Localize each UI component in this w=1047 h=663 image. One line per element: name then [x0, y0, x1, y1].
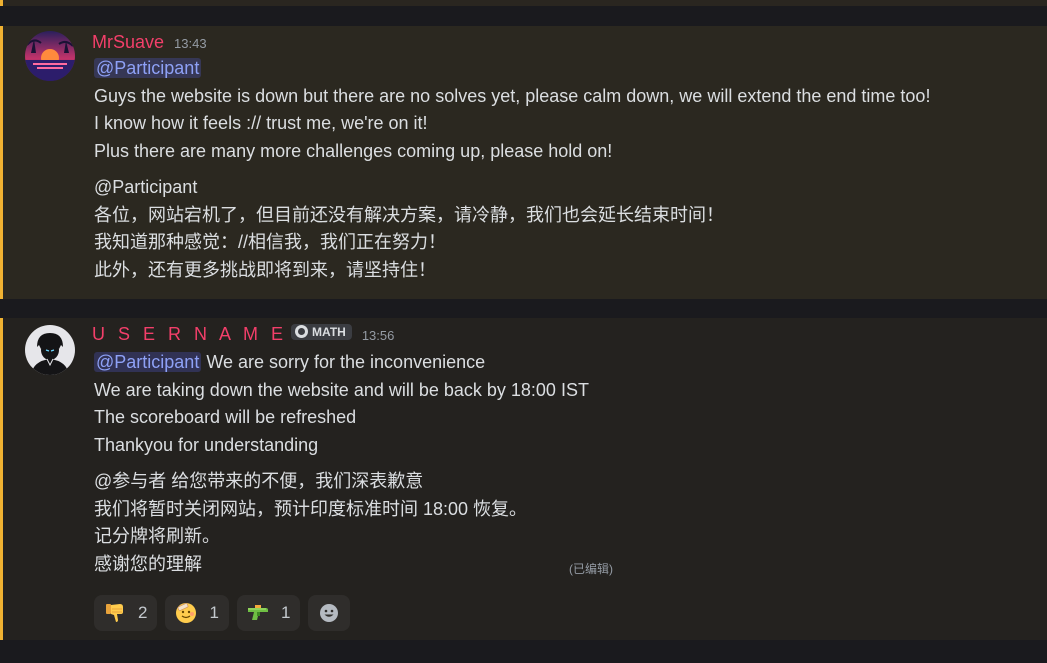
smiling-face-with-bandage-icon: [173, 600, 199, 626]
add-reaction-button[interactable]: [308, 595, 351, 631]
text-line: 记分牌将刷新。: [94, 526, 220, 546]
reaction-thumbs-down[interactable]: 2: [94, 595, 158, 631]
text-line: 各位，网站宕机了，但目前还没有解决方案，请冷静，我们也会延长结束时间！: [94, 204, 724, 225]
avatar[interactable]: [25, 325, 75, 375]
message-mrsuave[interactable]: MrSuave 13:43 @Participant Guys the webs…: [0, 26, 1047, 299]
timestamp: 13:43: [174, 36, 207, 51]
reaction-bandage-face[interactable]: 1: [165, 595, 229, 631]
water-pistol-icon: [245, 600, 271, 626]
text-line: 我知道那种感觉：//相信我，我们正在努力！: [94, 232, 446, 252]
text-line: @Participant: [94, 177, 198, 197]
avatar[interactable]: [25, 31, 75, 81]
message-username[interactable]: U S E R N A M E MATH 13:56 @Participant …: [0, 318, 1047, 640]
text-line: 我们将暂时关闭网站，预计印度标准时间 18:00 恢复。: [94, 498, 528, 519]
text-line: Thankyou for understanding: [94, 434, 319, 455]
badge-icon: [295, 325, 309, 338]
reaction-count: 1: [209, 603, 219, 622]
separator: [0, 6, 1047, 26]
separator: [0, 640, 1047, 663]
thumbs-down-icon: [102, 600, 128, 626]
text-line: @参与者 给您带来的不便，我们深表歉意: [94, 471, 424, 491]
reaction-water-pistol[interactable]: 1: [236, 595, 301, 631]
message-header: U S E R N A M E MATH 13:56: [92, 323, 395, 345]
message-content: @Participant Guys the website is down bu…: [94, 55, 930, 284]
text-line: I know how it feels :// trust me, we're …: [94, 113, 428, 133]
timestamp: 13:56: [361, 328, 395, 343]
reactions-bar: 2 1 1: [94, 595, 351, 631]
reaction-count: 1: [280, 603, 291, 622]
text-line: Plus there are many more challenges comi…: [94, 140, 613, 161]
mention-participant[interactable]: @Participant: [94, 58, 202, 78]
role-badge[interactable]: MATH: [291, 323, 352, 340]
message-content: @Participant We are sorry for the inconv…: [94, 349, 589, 578]
author-name[interactable]: U S E R N A M E: [92, 324, 287, 345]
text-line: Guys the website is down but there are n…: [94, 85, 931, 106]
edited-label: (已编辑): [569, 562, 613, 576]
message-header: MrSuave 13:43: [92, 32, 207, 53]
reaction-count: 2: [138, 603, 148, 622]
text-line: 感谢您的理解: [94, 553, 202, 574]
text-line: We are sorry for the inconvenience: [201, 352, 486, 372]
text-line: We are taking down the website and will …: [94, 379, 589, 400]
text-line: The scoreboard will be refreshed: [94, 407, 357, 427]
author-name[interactable]: MrSuave: [92, 32, 164, 53]
mention-participant[interactable]: @Participant: [94, 352, 202, 372]
text-line: 此外，还有更多挑战即将到来，请坚持住！: [94, 259, 436, 280]
smiley-add-icon: [316, 600, 342, 626]
badge-label: MATH: [312, 324, 346, 339]
